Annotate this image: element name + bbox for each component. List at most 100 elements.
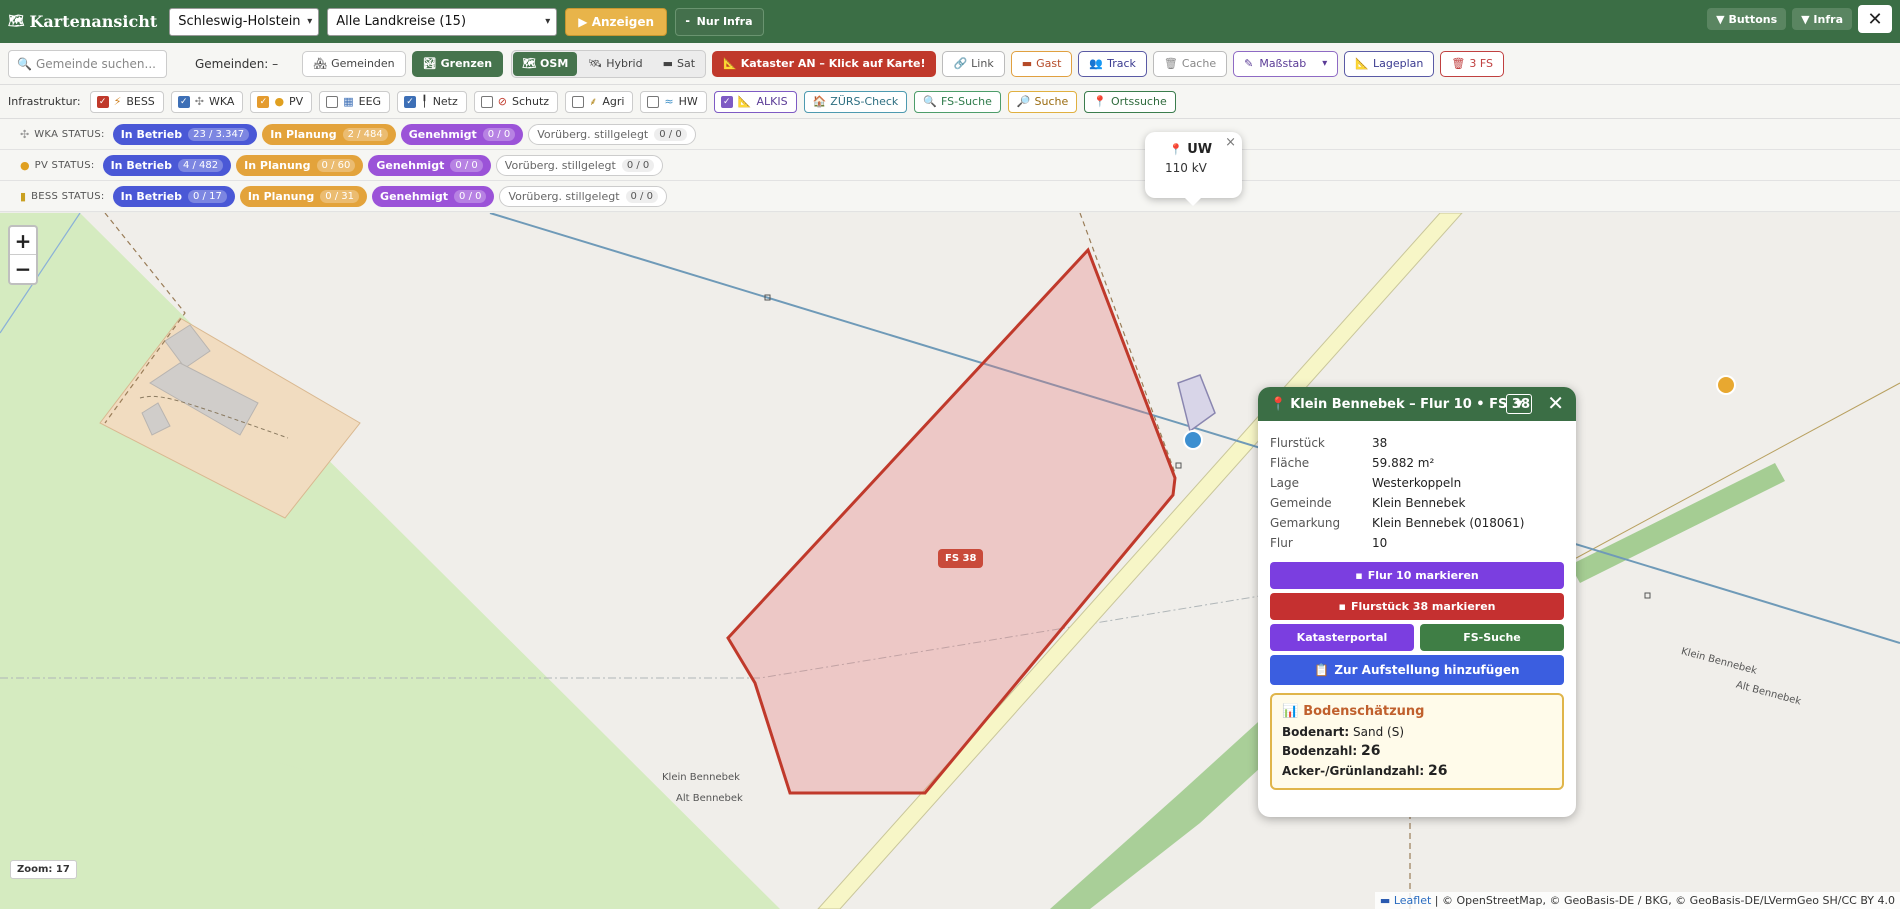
- sun-icon: ●: [274, 95, 285, 108]
- ruler-icon: 📐: [723, 57, 737, 70]
- lageplan-label: Lageplan: [1373, 57, 1424, 70]
- fs-suche-button[interactable]: 🔍 FS-Suche: [914, 90, 1001, 113]
- place-label: Alt Bennebek: [676, 793, 743, 804]
- bess-in-betrieb-chip[interactable]: In Betrieb 0 / 17: [112, 185, 235, 207]
- infra-netz-label: Netz: [432, 95, 458, 108]
- kataster-button[interactable]: 📐 Kataster AN – Klick auf Karte!: [712, 50, 937, 77]
- pin-icon: 📍: [1270, 396, 1287, 412]
- wind-turbine-icon: ✣: [194, 95, 205, 108]
- map-canvas[interactable]: + − Klein Bennebek Alt Bennebek Klein Be…: [0, 213, 1900, 909]
- bess-genehmigt-chip[interactable]: Genehmigt 0 / 0: [372, 185, 495, 207]
- bess-in-planung-chip[interactable]: In Planung 0 / 31: [239, 185, 368, 207]
- infra-wka-label: WKA: [209, 95, 235, 108]
- ruler-icon: ✎: [1244, 57, 1254, 70]
- ortssuche-label: Ortssuche: [1111, 95, 1167, 108]
- gemeinde-search-input[interactable]: 🔍 Gemeinde suchen...: [8, 49, 167, 78]
- panel-filter-button[interactable]: ▼: [1506, 394, 1532, 414]
- chip-label: Vorüberg. stillgelegt: [508, 189, 620, 203]
- katasterportal-button[interactable]: Katasterportal: [1270, 624, 1414, 651]
- infra-toggle-netz[interactable]: ✓ ╿ Netz: [397, 90, 467, 113]
- gast-button[interactable]: ▬ Gast: [1010, 50, 1073, 77]
- wka-genehmigt-chip[interactable]: Genehmigt 0 / 0: [400, 123, 524, 145]
- show-button[interactable]: ▶ Anzeigen: [565, 7, 668, 36]
- chip-label: In Planung: [247, 189, 315, 203]
- fs-list-button[interactable]: 🗑 3 FS: [1440, 50, 1504, 77]
- parcel-fs38: [726, 247, 1177, 795]
- bodenzahl-row: Bodenzahl: 26: [1282, 743, 1552, 759]
- globe-icon: ▬: [662, 57, 673, 70]
- panel-fs-suche-button[interactable]: FS-Suche: [1420, 624, 1564, 651]
- wka-stillgelegt-chip[interactable]: Vorüberg. stillgelegt 0 / 0: [528, 123, 696, 145]
- add-to-list-button[interactable]: 📋 Zur Aufstellung hinzufügen: [1270, 655, 1564, 685]
- suche-button[interactable]: 🔎 Suche: [1007, 90, 1078, 113]
- chip-count: 23 / 3.347: [188, 127, 250, 141]
- wka-in-planung-chip[interactable]: In Planung 2 / 484: [262, 123, 396, 145]
- boden-title-text: Bodenschätzung: [1303, 704, 1425, 719]
- search-placeholder: Gemeinde suchen...: [35, 56, 156, 71]
- infra-toggle-wka[interactable]: ✓ ✣ WKA: [170, 90, 244, 113]
- popup-close-icon[interactable]: ×: [1225, 135, 1236, 150]
- trash-icon: 🗑: [1163, 57, 1178, 70]
- infra-toggle-eeg[interactable]: ▦ EEG: [319, 90, 391, 113]
- checkbox-checked-icon: ✓: [177, 95, 190, 108]
- state-select[interactable]: Schleswig-Holstein ▾: [169, 7, 320, 36]
- close-button[interactable]: ✕: [1858, 5, 1892, 33]
- lageplan-button[interactable]: 📐 Lageplan: [1344, 50, 1435, 77]
- infra-toggle-agri[interactable]: ⸙ Agri: [565, 90, 634, 113]
- gemeinden-button[interactable]: 🏘 Gemeinden: [302, 50, 406, 77]
- panel-title: Klein Bennebek – Flur 10 • FS 38: [1290, 396, 1530, 412]
- infra-toggle[interactable]: ▼ Infra: [1792, 8, 1852, 30]
- chip-count: 0 / 31: [320, 189, 360, 203]
- panel-close-icon[interactable]: ✕: [1547, 391, 1564, 415]
- prop-row: Fläche 59.882 m²: [1270, 453, 1564, 473]
- prop-key: Gemarkung: [1270, 516, 1341, 530]
- grenzen-label: Grenzen: [440, 57, 493, 70]
- link-label: Link: [971, 57, 994, 70]
- mark-flurstueck-label: Flurstück 38 markieren: [1350, 600, 1496, 613]
- prop-value: 38: [1372, 436, 1388, 450]
- wave-icon: ≈: [664, 95, 674, 108]
- mark-flur-button[interactable]: ▪ Flur 10 markieren: [1270, 562, 1564, 589]
- pv-genehmigt-chip[interactable]: Genehmigt 0 / 0: [368, 154, 491, 176]
- wka-in-betrieb-chip[interactable]: In Betrieb 23 / 3.347: [112, 123, 258, 145]
- bess-stillgelegt-chip[interactable]: Vorüberg. stillgelegt 0 / 0: [499, 185, 667, 207]
- gemeinden-count: Gemeinden: –: [195, 56, 279, 71]
- infra-toggle-alkis[interactable]: ✓ 📐 ALKIS: [713, 90, 797, 113]
- chip-count: 0 / 0: [654, 127, 687, 141]
- prop-key: Fläche: [1270, 456, 1310, 470]
- infra-only-button[interactable]: ╸ Nur Infra: [675, 7, 764, 36]
- cache-button[interactable]: 🗑 Cache: [1152, 50, 1228, 77]
- link-button[interactable]: 🔗 Link: [942, 50, 1005, 77]
- zuers-label: ZÜRS-Check: [830, 95, 899, 108]
- place-label: Klein Bennebek: [662, 772, 740, 783]
- layer-osm[interactable]: 🗺 OSM: [513, 51, 578, 76]
- pv-in-betrieb-chip[interactable]: In Betrieb 4 / 482: [102, 154, 232, 176]
- infra-toggle-bess[interactable]: ✓ ⚡ BESS: [89, 90, 164, 113]
- layer-hybrid[interactable]: 🛰 Hybrid: [579, 52, 651, 76]
- sun-icon: ●: [20, 158, 30, 172]
- zoom-in-button[interactable]: +: [10, 227, 36, 255]
- grenzen-button[interactable]: 🏞 Grenzen: [411, 50, 504, 77]
- brown-line: [1529, 382, 1900, 584]
- zuers-check-button[interactable]: 🏠 ZÜRS-Check: [803, 90, 908, 113]
- buttons-toggle[interactable]: ▼ Buttons: [1707, 8, 1787, 30]
- track-button[interactable]: 👥 Track: [1078, 50, 1147, 77]
- ortssuche-button[interactable]: 📍 Ortssuche: [1084, 90, 1176, 113]
- pv-in-planung-chip[interactable]: In Planung 0 / 60: [236, 154, 364, 176]
- infra-toggle-hw[interactable]: ≈ HW: [640, 90, 707, 113]
- layer-sat-label: Sat: [676, 57, 696, 70]
- massstab-select[interactable]: ✎ Maßstab ▾: [1233, 50, 1339, 77]
- mark-flurstueck-button[interactable]: ▪ Flurstück 38 markieren: [1270, 593, 1564, 620]
- infra-toggle-schutz[interactable]: ⊘ Schutz: [473, 90, 559, 113]
- district-select[interactable]: Alle Landkreise (15) ▾: [327, 7, 558, 36]
- infra-toggle-pv[interactable]: ✓ ● PV: [250, 90, 313, 113]
- parcel-label[interactable]: FS 38: [938, 549, 984, 568]
- kataster-label: Kataster AN – Klick auf Karte!: [740, 57, 926, 70]
- parcel-info-panel: 📍 Klein Bennebek – Flur 10 • FS 38 ▼ ✕ F…: [1258, 387, 1576, 817]
- pv-stillgelegt-chip[interactable]: Vorüberg. stillgelegt 0 / 0: [495, 154, 664, 176]
- layer-sat[interactable]: ▬ Sat: [654, 52, 704, 76]
- gemeinden-label: Gemeinden: [331, 57, 395, 70]
- leaflet-link[interactable]: Leaflet: [1394, 894, 1431, 907]
- zoom-out-button[interactable]: −: [10, 255, 36, 283]
- chip-count: 0 / 0: [482, 127, 516, 141]
